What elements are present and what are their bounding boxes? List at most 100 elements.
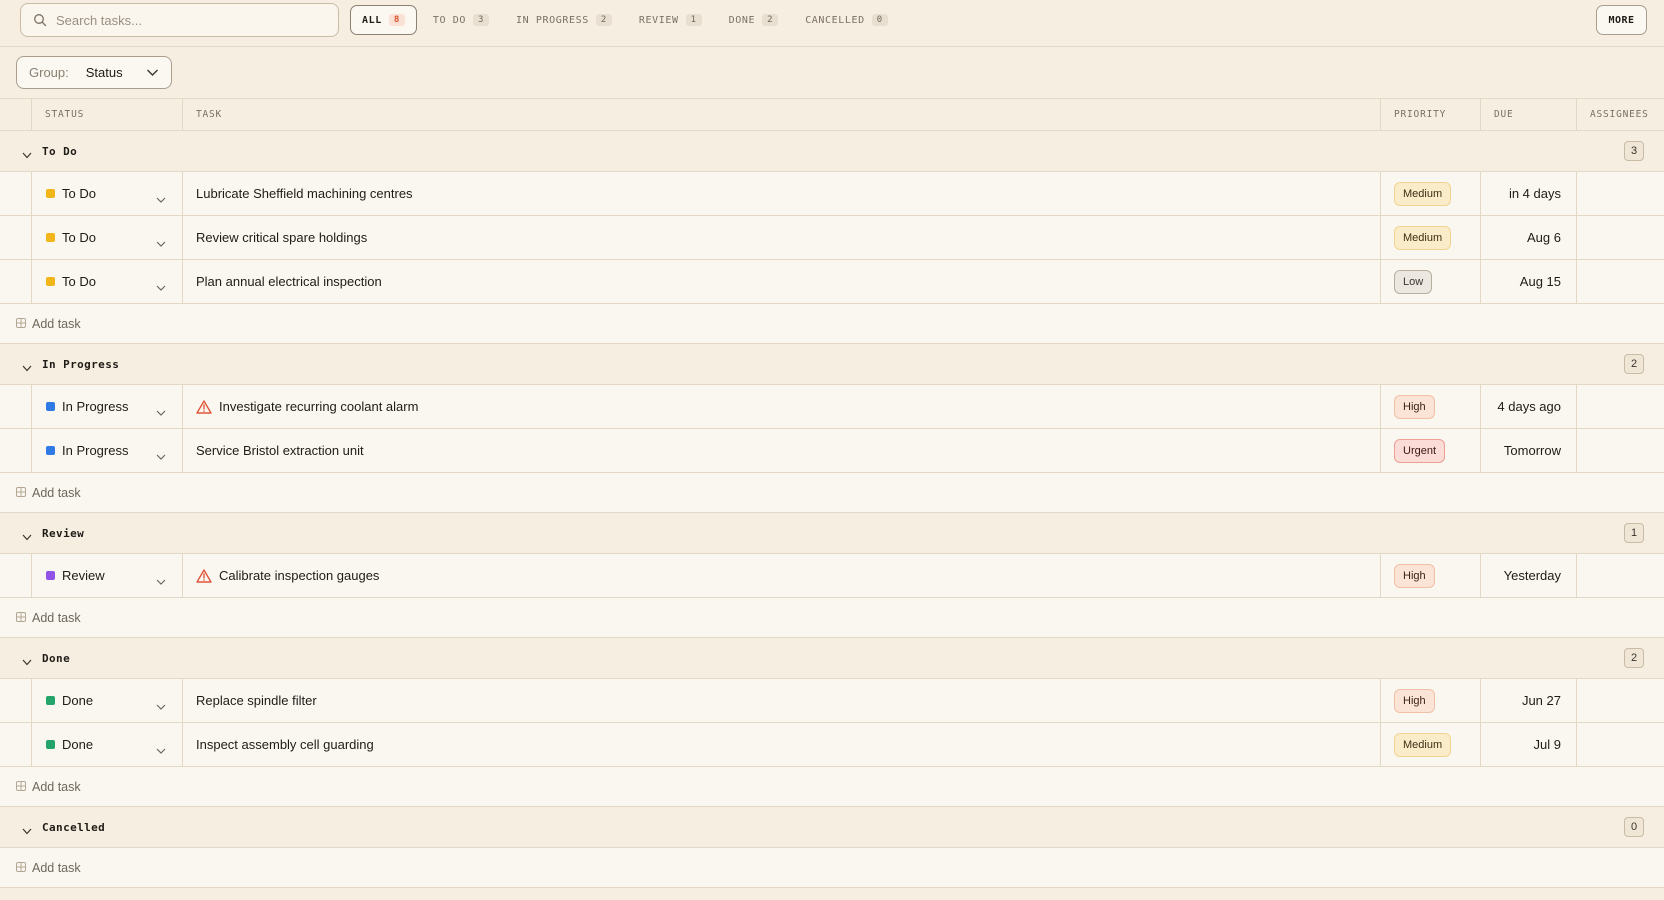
assignees-cell[interactable] [1576,554,1664,597]
status-cell[interactable]: To Do [31,216,182,259]
column-header-status[interactable]: STATUS [31,99,182,130]
column-header-priority[interactable]: PRIORITY [1380,99,1480,130]
table-row[interactable]: To Do Review critical spare holdings Med… [0,216,1664,260]
group-header[interactable]: Done 2 [0,638,1664,679]
chevron-down-icon[interactable] [156,572,166,590]
chevron-down-icon[interactable] [156,447,166,465]
add-task-button[interactable]: Add task [0,598,1664,638]
chevron-down-icon[interactable] [156,403,166,421]
tab-in-progress[interactable]: IN PROGRESS 2 [505,5,623,35]
add-task-button[interactable]: Add task [0,848,1664,888]
due-cell[interactable]: Jul 9 [1480,723,1576,766]
due-cell[interactable]: Aug 15 [1480,260,1576,303]
task-cell[interactable]: Replace spindle filter [182,679,1380,722]
assignees-cell[interactable] [1576,429,1664,472]
more-button[interactable]: MORE [1596,5,1647,35]
chevron-down-icon[interactable] [22,653,32,671]
task-cell[interactable]: Inspect assembly cell guarding [182,723,1380,766]
task-cell[interactable]: Plan annual electrical inspection [182,260,1380,303]
status-cell[interactable]: To Do [31,172,182,215]
column-header-due[interactable]: DUE [1480,99,1576,130]
table-row[interactable]: Done Replace spindle filter High Jun 27 [0,679,1664,723]
due-date: Jul 9 [1533,737,1561,752]
status-cell[interactable]: In Progress [31,385,182,428]
tab-done[interactable]: DONE 2 [718,5,790,35]
chevron-down-icon[interactable] [22,359,32,377]
task-title: Replace spindle filter [196,693,317,708]
chevron-down-icon[interactable] [156,190,166,208]
due-cell[interactable]: 4 days ago [1480,385,1576,428]
status-text: In Progress [62,443,129,458]
priority-cell[interactable]: Medium [1380,723,1480,766]
assignees-cell[interactable] [1576,172,1664,215]
add-task-label: Add task [32,610,81,625]
table-row[interactable]: Done Inspect assembly cell guarding Medi… [0,723,1664,767]
priority-cell[interactable]: High [1380,679,1480,722]
status-cell[interactable]: Review [31,554,182,597]
priority-cell[interactable]: Medium [1380,172,1480,215]
priority-cell[interactable]: Medium [1380,216,1480,259]
group-header[interactable]: Review 1 [0,513,1664,554]
table-row[interactable]: To Do Lubricate Sheffield machining cent… [0,172,1664,216]
assignees-cell[interactable] [1576,723,1664,766]
group-header[interactable]: To Do 3 [0,131,1664,172]
chevron-down-icon[interactable] [22,822,32,840]
task-cell[interactable]: Review critical spare holdings [182,216,1380,259]
chevron-down-icon[interactable] [156,278,166,296]
group-count-badge: 1 [1624,523,1644,543]
chevron-down-icon[interactable] [156,234,166,252]
task-cell[interactable]: Investigate recurring coolant alarm [182,385,1380,428]
tab-review[interactable]: REVIEW 1 [628,5,713,35]
due-cell[interactable]: Tomorrow [1480,429,1576,472]
priority-cell[interactable]: Low [1380,260,1480,303]
table-row[interactable]: To Do Plan annual electrical inspection … [0,260,1664,304]
due-date: Aug 15 [1519,274,1561,289]
status-cell[interactable]: In Progress [31,429,182,472]
task-cell[interactable]: Lubricate Sheffield machining centres [182,172,1380,215]
status-cell[interactable]: Done [31,723,182,766]
due-cell[interactable]: in 4 days [1480,172,1576,215]
group-header[interactable]: In Progress 2 [0,344,1664,385]
tab-cancelled[interactable]: CANCELLED 0 [794,5,899,35]
task-title: Inspect assembly cell guarding [196,737,374,752]
due-cell[interactable]: Yesterday [1480,554,1576,597]
tab-count: 3 [473,14,490,26]
due-cell[interactable]: Aug 6 [1480,216,1576,259]
task-cell[interactable]: Calibrate inspection gauges [182,554,1380,597]
group-by-select[interactable]: Group: Status [16,56,172,89]
due-cell[interactable]: Jun 27 [1480,679,1576,722]
search-input[interactable]: Search tasks... [20,3,339,37]
due-date: in 4 days [1508,186,1561,201]
chevron-down-icon[interactable] [22,146,32,164]
assignees-cell[interactable] [1576,216,1664,259]
priority-cell[interactable]: High [1380,385,1480,428]
priority-cell[interactable]: Urgent [1380,429,1480,472]
table-row[interactable]: In Progress Service Bristol extraction u… [0,429,1664,473]
add-task-button[interactable]: Add task [0,473,1664,513]
chevron-down-icon[interactable] [156,697,166,715]
tab-all[interactable]: ALL 8 [350,5,417,35]
column-header-assignees[interactable]: ASSIGNEES [1576,99,1664,130]
task-cell[interactable]: Service Bristol extraction unit [182,429,1380,472]
tab-label: REVIEW [638,14,679,26]
chevron-down-icon[interactable] [22,528,32,546]
group-header[interactable]: Cancelled 0 [0,807,1664,848]
assignees-cell[interactable] [1576,385,1664,428]
add-task-button[interactable]: Add task [0,767,1664,807]
priority-badge: Medium [1394,732,1452,757]
table-row[interactable]: Review Calibrate inspection gauges High … [0,554,1664,598]
due-date: Aug 6 [1527,230,1561,245]
tab-label: IN PROGRESS [516,14,589,26]
add-task-button[interactable]: Add task [0,304,1664,344]
status-cell[interactable]: Done [31,679,182,722]
status-cell[interactable]: To Do [31,260,182,303]
group-title: In Progress [42,357,120,371]
group-by-label: Group: [29,65,69,80]
tab-to-do[interactable]: TO DO 3 [422,5,500,35]
priority-cell[interactable]: High [1380,554,1480,597]
assignees-cell[interactable] [1576,679,1664,722]
assignees-cell[interactable] [1576,260,1664,303]
table-row[interactable]: In Progress Investigate recurring coolan… [0,385,1664,429]
chevron-down-icon[interactable] [156,741,166,759]
column-header-task[interactable]: TASK [182,99,1380,130]
